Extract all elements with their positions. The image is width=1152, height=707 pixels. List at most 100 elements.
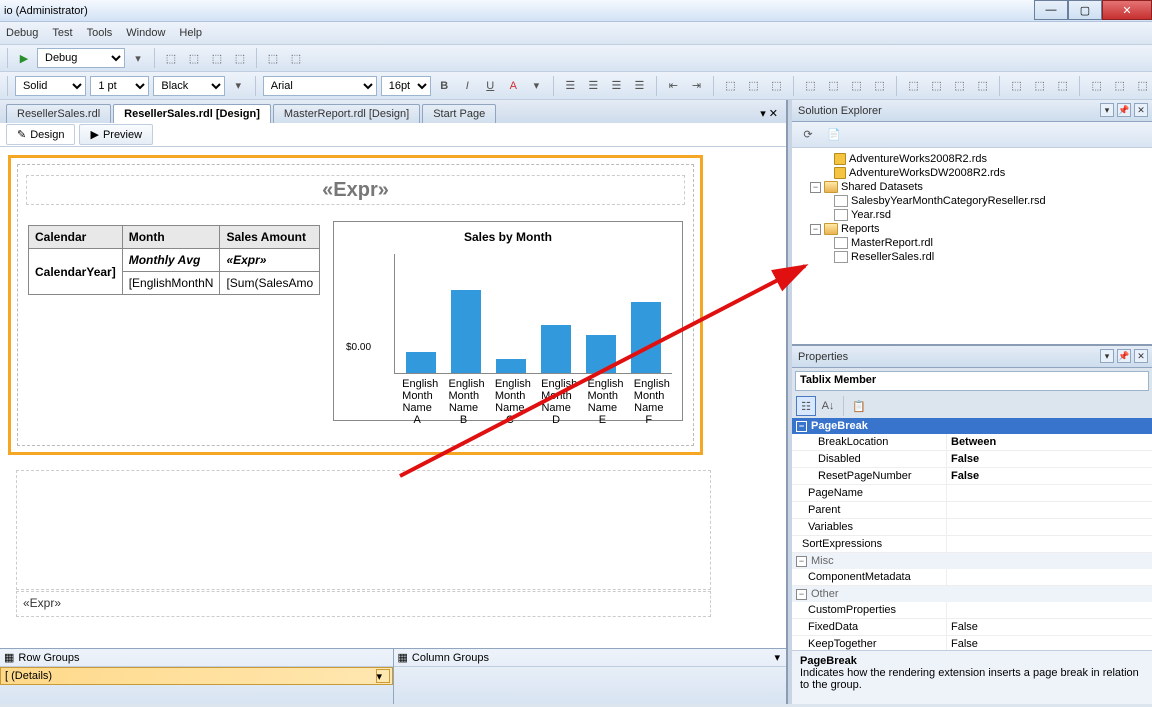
layout-btn-7[interactable]: ⬚ — [870, 76, 889, 96]
property-category-other[interactable]: −Other — [792, 586, 1152, 602]
doc-tab-masterreport-design[interactable]: MasterReport.rdl [Design] — [273, 104, 420, 123]
tree-folder-shared-datasets[interactable]: Shared Datasets — [841, 181, 923, 193]
prop-pagename[interactable]: PageName — [792, 485, 947, 501]
menu-window[interactable]: Window — [126, 27, 165, 39]
toolbar-btn-3[interactable]: ⬚ — [184, 48, 204, 68]
alphabetical-button[interactable]: A↓ — [818, 396, 838, 416]
subtab-preview[interactable]: ▶Preview — [79, 124, 153, 145]
border-button[interactable]: ▾ — [229, 76, 248, 96]
layout-btn-9[interactable]: ⬚ — [927, 76, 946, 96]
prop-disabled-value[interactable]: False — [947, 451, 1152, 467]
tree-item-ds1[interactable]: AdventureWorks2008R2.rds — [849, 153, 987, 165]
window-close-button[interactable]: ✕ — [1102, 0, 1152, 20]
underline-button[interactable]: U — [481, 76, 500, 96]
align-center-button[interactable]: ☰ — [584, 76, 603, 96]
align-justify-button[interactable]: ☰ — [630, 76, 649, 96]
tree-folder-reports[interactable]: Reports — [841, 223, 880, 235]
toolbar-btn-1[interactable]: ▾ — [128, 48, 148, 68]
prop-customproperties[interactable]: CustomProperties — [792, 602, 947, 618]
panel-close-icon[interactable]: ✕ — [1134, 103, 1148, 117]
layout-btn-2[interactable]: ⬚ — [744, 76, 763, 96]
doc-tab-startpage[interactable]: Start Page — [422, 104, 496, 123]
prop-keeptogether-value[interactable]: False — [947, 636, 1152, 650]
border-width-dropdown[interactable]: 1 pt — [90, 76, 149, 96]
layout-btn-16[interactable]: ⬚ — [1110, 76, 1129, 96]
indent-dec-button[interactable]: ⇤ — [664, 76, 683, 96]
tablix-col-month[interactable]: Month — [122, 226, 220, 249]
layout-btn-11[interactable]: ⬚ — [973, 76, 992, 96]
property-category-pagebreak[interactable]: −PageBreak — [792, 418, 1152, 434]
prop-keeptogether[interactable]: KeepTogether — [792, 636, 947, 650]
row-group-dropdown-icon[interactable]: ▾ — [376, 669, 390, 683]
prop-parent[interactable]: Parent — [792, 502, 947, 518]
tablix-cell-year[interactable]: CalendarYear] — [29, 249, 123, 295]
prop-fixeddata-value[interactable]: False — [947, 619, 1152, 635]
prop-breaklocation-value[interactable]: Between — [947, 434, 1152, 450]
tablix-col-calendar[interactable]: Calendar — [29, 226, 123, 249]
categorized-button[interactable]: ☷ — [796, 396, 816, 416]
tablix-col-amount[interactable]: Sales Amount — [220, 226, 320, 249]
report-body[interactable]: «Expr» Calendar Month Sales Amount C — [8, 155, 703, 455]
align-left-button[interactable]: ☰ — [561, 76, 580, 96]
doc-tab-close-icon[interactable]: ✕ — [769, 107, 778, 120]
doc-tab-resellersales-design[interactable]: ResellerSales.rdl [Design] — [113, 104, 271, 123]
layout-btn-14[interactable]: ⬚ — [1053, 76, 1072, 96]
tablix-cell-avg-expr[interactable]: «Expr» — [220, 249, 320, 272]
report-design-surface[interactable]: «Expr» Calendar Month Sales Amount C — [0, 147, 786, 648]
font-color-button[interactable]: A — [504, 76, 523, 96]
group-menu-dropdown[interactable]: ▾ — [774, 651, 780, 664]
layout-btn-4[interactable]: ⬚ — [801, 76, 820, 96]
menu-tools[interactable]: Tools — [87, 27, 113, 39]
collapse-icon[interactable]: − — [810, 182, 821, 193]
tree-item-masterreport[interactable]: MasterReport.rdl — [851, 237, 933, 249]
layout-btn-8[interactable]: ⬚ — [904, 76, 923, 96]
tree-item-ds2[interactable]: AdventureWorksDW2008R2.rds — [849, 167, 1005, 179]
property-category-misc[interactable]: −Misc — [792, 553, 1152, 569]
panel-dropdown-icon[interactable]: ▾ — [1100, 103, 1114, 117]
bold-button[interactable]: B — [435, 76, 454, 96]
prop-fixeddata[interactable]: FixedData — [792, 619, 947, 635]
toolbar-btn-6[interactable]: ⬚ — [263, 48, 283, 68]
doc-tab-dropdown-icon[interactable]: ▾ — [760, 107, 766, 120]
menu-test[interactable]: Test — [52, 27, 72, 39]
align-right-button[interactable]: ☰ — [607, 76, 626, 96]
toolbar-btn-2[interactable]: ⬚ — [161, 48, 181, 68]
font-name-dropdown[interactable]: Arial — [263, 76, 377, 96]
layout-btn-10[interactable]: ⬚ — [950, 76, 969, 96]
layout-btn-6[interactable]: ⬚ — [847, 76, 866, 96]
font-size-dropdown[interactable]: 16pt — [381, 76, 431, 96]
prop-disabled[interactable]: Disabled — [792, 451, 947, 467]
doc-tab-resellersales[interactable]: ResellerSales.rdl — [6, 104, 111, 123]
prop-resetpagenumber-value[interactable]: False — [947, 468, 1152, 484]
panel-dropdown-icon[interactable]: ▾ — [1100, 349, 1114, 363]
property-pages-button[interactable]: 📋 — [849, 396, 869, 416]
toolbar-btn-4[interactable]: ⬚ — [207, 48, 227, 68]
tablix-cell-sum[interactable]: [Sum(SalesAmo — [220, 272, 320, 295]
italic-button[interactable]: I — [458, 76, 477, 96]
run-button[interactable]: ▶ — [14, 48, 34, 68]
tablix-cell-monthly-avg[interactable]: Monthly Avg — [122, 249, 220, 272]
properties-grid[interactable]: −PageBreak BreakLocationBetween Disabled… — [792, 418, 1152, 650]
collapse-icon[interactable]: − — [810, 224, 821, 235]
window-maximize-button[interactable]: ▢ — [1068, 0, 1102, 20]
report-tablix[interactable]: Calendar Month Sales Amount CalendarYear… — [28, 225, 320, 295]
prop-resetpagenumber[interactable]: ResetPageNumber — [792, 468, 947, 484]
layout-btn-15[interactable]: ⬚ — [1087, 76, 1106, 96]
menu-debug[interactable]: Debug — [6, 27, 38, 39]
bg-color-button[interactable]: ▾ — [527, 76, 546, 96]
row-group-details[interactable]: [ (Details) ▾ — [0, 667, 393, 685]
layout-btn-1[interactable]: ⬚ — [721, 76, 740, 96]
menu-help[interactable]: Help — [179, 27, 202, 39]
tree-item-dset2[interactable]: Year.rsd — [851, 209, 891, 221]
prop-componentmetadata[interactable]: ComponentMetadata — [792, 569, 947, 585]
indent-inc-button[interactable]: ⇥ — [687, 76, 706, 96]
solution-showall-icon[interactable]: 📄 — [824, 125, 844, 145]
prop-sortexpressions[interactable]: SortExpressions — [792, 536, 947, 552]
layout-btn-5[interactable]: ⬚ — [824, 76, 843, 96]
layout-btn-13[interactable]: ⬚ — [1030, 76, 1049, 96]
solution-tree[interactable]: AdventureWorks2008R2.rds AdventureWorksD… — [792, 148, 1152, 344]
prop-variables[interactable]: Variables — [792, 519, 947, 535]
toolbar-btn-7[interactable]: ⬚ — [286, 48, 306, 68]
solution-config-dropdown[interactable]: Debug — [37, 48, 125, 68]
subtab-design[interactable]: ✎Design — [6, 124, 75, 145]
